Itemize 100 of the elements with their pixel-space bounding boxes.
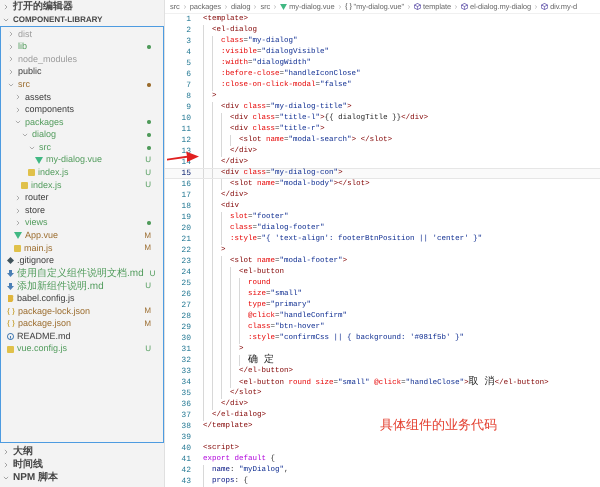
line-number: 21 xyxy=(180,234,191,246)
section-title: 时间线 xyxy=(13,458,43,472)
line-number: 33 xyxy=(180,366,191,378)
file-item[interactable]: my-dialog.vue U xyxy=(1,154,163,167)
status-letter: U xyxy=(145,179,151,192)
item-label: components xyxy=(25,103,74,116)
cube-icon xyxy=(461,3,468,10)
file-item[interactable]: vue.config.js U xyxy=(1,342,163,356)
line-number: 29 xyxy=(180,322,191,334)
separator-icon xyxy=(453,4,460,10)
line-number: 3 xyxy=(185,36,191,48)
status-letter: U xyxy=(145,154,151,166)
folder-item[interactable]: store xyxy=(1,204,163,217)
line-number: 1 xyxy=(185,14,191,26)
file-item[interactable]: main.js M xyxy=(1,242,163,255)
file-item[interactable]: package-lock.json M xyxy=(1,305,163,318)
line-number: 10 xyxy=(180,112,191,124)
folder-item[interactable]: packages xyxy=(1,116,163,129)
item-label: 添加新组件说明.md xyxy=(17,280,104,294)
item-label: .gitignore xyxy=(17,254,54,268)
line-number: 4 xyxy=(185,46,191,58)
status-letter: M xyxy=(144,318,151,330)
line-number: 12 xyxy=(180,134,191,146)
item-label: assets xyxy=(25,90,52,104)
section-title: 打开的编辑器 xyxy=(13,0,73,14)
file-item[interactable]: README.md xyxy=(1,330,163,343)
file-icon xyxy=(7,295,14,302)
line-number: 32 xyxy=(180,354,191,366)
section-title: COMPONENT-LIBRARY xyxy=(13,14,102,26)
file-item[interactable]: index.js U xyxy=(1,166,163,180)
item-label: package-lock.json xyxy=(18,304,90,318)
section-header[interactable]: NPM 脚本 xyxy=(0,471,164,484)
line-number: 36 xyxy=(180,398,191,410)
file-item[interactable]: 添加新组件说明.md U xyxy=(1,280,163,292)
folder-item[interactable]: router xyxy=(1,192,163,204)
status-letter: U xyxy=(145,166,151,179)
folder-item[interactable]: assets xyxy=(1,90,163,104)
section-header[interactable]: 大纲 xyxy=(0,445,164,458)
annotation-text: 具体组件的业务代码 xyxy=(380,416,497,434)
file-item[interactable]: 使用自定义组件说明文档.md U xyxy=(1,267,163,280)
line-number: 25 xyxy=(180,278,191,290)
code-line: 确 定 xyxy=(248,354,274,366)
cube-icon xyxy=(541,3,548,10)
line-number: 31 xyxy=(180,344,191,356)
item-label: App.vue xyxy=(25,229,58,242)
line-number: 9 xyxy=(185,102,191,114)
status-letter: U xyxy=(150,268,156,280)
folder-item[interactable]: components xyxy=(1,104,163,116)
line-number: 41 xyxy=(180,454,191,466)
line-number: 34 xyxy=(180,376,191,388)
section-title: 大纲 xyxy=(13,444,33,458)
line-number: 13 xyxy=(180,146,191,158)
separator-icon xyxy=(252,4,258,10)
cube-icon xyxy=(414,3,422,10)
item-label: index.js xyxy=(31,178,62,192)
item-label: lib xyxy=(18,40,28,54)
triangle-icon xyxy=(14,232,22,240)
line-number: 2 xyxy=(185,24,191,36)
folder-item[interactable]: lib xyxy=(1,40,163,54)
folder-item[interactable]: src xyxy=(1,141,163,154)
separator-icon xyxy=(182,4,188,10)
braces-icon xyxy=(7,308,15,315)
braces-icon xyxy=(344,3,352,10)
item-label: index.js xyxy=(38,166,69,180)
file-item[interactable]: babel.config.js xyxy=(1,292,163,306)
folder-item[interactable]: src xyxy=(1,78,163,91)
file-item[interactable]: App.vue M xyxy=(1,230,163,242)
separator-icon xyxy=(406,4,412,10)
file-item[interactable]: package.json M xyxy=(1,318,163,330)
triangle-icon xyxy=(35,156,43,164)
line-number: 38 xyxy=(180,420,191,432)
item-label: dist xyxy=(18,28,32,41)
status-letter: M xyxy=(144,305,151,318)
line-number: 37 xyxy=(180,410,191,422)
item-label: vue.config.js xyxy=(17,342,68,356)
item-label: src xyxy=(18,78,30,91)
line-number: 30 xyxy=(180,332,191,344)
separator-icon xyxy=(533,4,540,10)
folder-item[interactable]: views xyxy=(1,216,163,230)
line-number: 19 xyxy=(180,212,191,224)
line-number: 24 xyxy=(180,266,191,278)
item-label: package.json xyxy=(18,317,72,330)
line-number: 7 xyxy=(185,80,191,92)
item-label: packages xyxy=(25,116,64,129)
line-number: 35 xyxy=(180,388,191,400)
item-label: src xyxy=(39,140,51,154)
item-label: store xyxy=(25,204,46,217)
file-item[interactable]: .gitignore xyxy=(1,254,163,268)
item-label: my-dialog.vue xyxy=(46,153,102,166)
section-header[interactable]: COMPONENT-LIBRARY xyxy=(0,13,164,26)
section-header[interactable]: 打开的编辑器 xyxy=(0,0,164,13)
line-number: 20 xyxy=(180,222,191,234)
status-letter: M xyxy=(144,242,151,254)
line-number: 11 xyxy=(180,124,191,136)
separator-icon xyxy=(223,4,230,10)
folder-item[interactable]: dialog xyxy=(1,128,163,142)
folder-item[interactable]: public xyxy=(1,66,163,78)
separator-icon xyxy=(272,4,278,10)
section-header[interactable]: 时间线 xyxy=(0,458,164,471)
file-item[interactable]: index.js U xyxy=(1,179,163,192)
